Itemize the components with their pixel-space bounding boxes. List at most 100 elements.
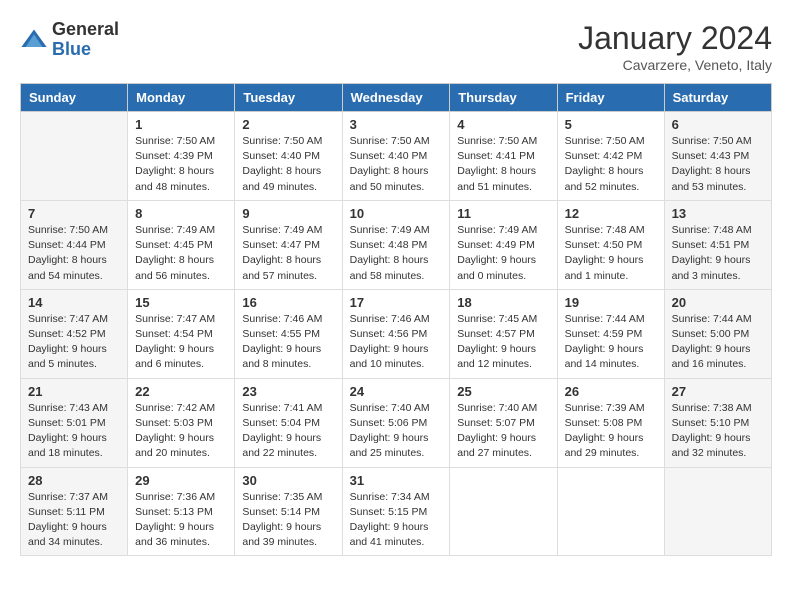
header-tuesday: Tuesday [235, 84, 342, 112]
day-number: 20 [672, 295, 764, 310]
day-info: Sunrise: 7:47 AMSunset: 4:54 PMDaylight:… [135, 312, 227, 373]
day-number: 24 [350, 384, 443, 399]
calendar-cell: 8 Sunrise: 7:49 AMSunset: 4:45 PMDaylight… [128, 200, 235, 289]
header-row: Sunday Monday Tuesday Wednesday Thursday… [21, 84, 772, 112]
day-number: 15 [135, 295, 227, 310]
calendar-week-row: 21Sunrise: 7:43 AMSunset: 5:01 PMDayligh… [21, 378, 772, 467]
calendar-cell: 27 Sunrise: 7:38 AMSunset: 5:10 PMDayligh… [664, 378, 771, 467]
day-info: Sunrise: 7:50 AMSunset: 4:41 PMDaylight:… [457, 134, 549, 195]
header-monday: Monday [128, 84, 235, 112]
day-info: Sunrise: 7:40 AMSunset: 5:06 PMDaylight:… [350, 401, 443, 462]
day-info: Sunrise: 7:39 AMSunset: 5:08 PMDaylight:… [565, 401, 657, 462]
header-sunday: Sunday [21, 84, 128, 112]
calendar-cell: 7 Sunrise: 7:50 AMSunset: 4:44 PMDaylight… [21, 200, 128, 289]
day-info: Sunrise: 7:36 AMSunset: 5:13 PMDaylight:… [135, 490, 227, 551]
day-info: Sunrise: 7:48 AMSunset: 4:51 PMDaylight:… [672, 223, 764, 284]
day-info: Sunrise: 7:42 AMSunset: 5:03 PMDaylight:… [135, 401, 227, 462]
day-number: 26 [565, 384, 657, 399]
day-number: 22 [135, 384, 227, 399]
calendar-cell: 13 Sunrise: 7:48 AMSunset: 4:51 PMDayligh… [664, 200, 771, 289]
day-number: 12 [565, 206, 657, 221]
calendar-cell: 15 Sunrise: 7:47 AMSunset: 4:54 PMDayligh… [128, 289, 235, 378]
header-friday: Friday [557, 84, 664, 112]
day-info: Sunrise: 7:50 AMSunset: 4:42 PMDaylight:… [565, 134, 657, 195]
day-number: 23 [242, 384, 334, 399]
day-number: 17 [350, 295, 443, 310]
calendar-cell: 20 Sunrise: 7:44 AMSunset: 5:00 PMDayligh… [664, 289, 771, 378]
day-info: Sunrise: 7:35 AMSunset: 5:14 PMDaylight:… [242, 490, 334, 551]
day-info: Sunrise: 7:49 AMSunset: 4:45 PMDaylight:… [135, 223, 227, 284]
day-info: Sunrise: 7:37 AMSunset: 5:11 PMDaylight:… [28, 490, 120, 551]
day-info: Sunrise: 7:48 AMSunset: 4:50 PMDaylight:… [565, 223, 657, 284]
calendar-cell: 29 Sunrise: 7:36 AMSunset: 5:13 PMDayligh… [128, 467, 235, 556]
day-number: 8 [135, 206, 227, 221]
title-area: January 2024 Cavarzere, Veneto, Italy [578, 20, 772, 73]
day-info: Sunrise: 7:50 AMSunset: 4:43 PMDaylight:… [672, 134, 764, 195]
header-thursday: Thursday [450, 84, 557, 112]
calendar-week-row: 7 Sunrise: 7:50 AMSunset: 4:44 PMDaylight… [21, 200, 772, 289]
calendar-cell: 9 Sunrise: 7:49 AMSunset: 4:47 PMDaylight… [235, 200, 342, 289]
calendar-cell: 10Sunrise: 7:49 AMSunset: 4:48 PMDayligh… [342, 200, 450, 289]
day-number: 3 [350, 117, 443, 132]
day-number: 2 [242, 117, 334, 132]
day-info: Sunrise: 7:46 AMSunset: 4:56 PMDaylight:… [350, 312, 443, 373]
day-info: Sunrise: 7:50 AMSunset: 4:40 PMDaylight:… [350, 134, 443, 195]
calendar-cell [664, 467, 771, 556]
page-header: General Blue January 2024 Cavarzere, Ven… [20, 20, 772, 73]
header-wednesday: Wednesday [342, 84, 450, 112]
day-info: Sunrise: 7:40 AMSunset: 5:07 PMDaylight:… [457, 401, 549, 462]
calendar-cell [450, 467, 557, 556]
day-number: 27 [672, 384, 764, 399]
day-info: Sunrise: 7:46 AMSunset: 4:55 PMDaylight:… [242, 312, 334, 373]
calendar-body: 1 Sunrise: 7:50 AMSunset: 4:39 PMDaylight… [21, 112, 772, 556]
day-number: 9 [242, 206, 334, 221]
day-info: Sunrise: 7:47 AMSunset: 4:52 PMDaylight:… [28, 312, 120, 373]
calendar-table: Sunday Monday Tuesday Wednesday Thursday… [20, 83, 772, 556]
day-number: 25 [457, 384, 549, 399]
calendar-cell: 5 Sunrise: 7:50 AMSunset: 4:42 PMDaylight… [557, 112, 664, 201]
header-saturday: Saturday [664, 84, 771, 112]
month-title: January 2024 [578, 20, 772, 57]
day-number: 13 [672, 206, 764, 221]
calendar-cell: 3 Sunrise: 7:50 AMSunset: 4:40 PMDaylight… [342, 112, 450, 201]
day-number: 18 [457, 295, 549, 310]
calendar-week-row: 28Sunrise: 7:37 AMSunset: 5:11 PMDayligh… [21, 467, 772, 556]
day-info: Sunrise: 7:50 AMSunset: 4:39 PMDaylight:… [135, 134, 227, 195]
calendar-cell: 25 Sunrise: 7:40 AMSunset: 5:07 PMDayligh… [450, 378, 557, 467]
day-number: 21 [28, 384, 120, 399]
day-info: Sunrise: 7:50 AMSunset: 4:44 PMDaylight:… [28, 223, 120, 284]
day-info: Sunrise: 7:49 AMSunset: 4:47 PMDaylight:… [242, 223, 334, 284]
calendar-cell: 14 Sunrise: 7:47 AMSunset: 4:52 PMDayligh… [21, 289, 128, 378]
day-info: Sunrise: 7:44 AMSunset: 5:00 PMDaylight:… [672, 312, 764, 373]
logo-icon [20, 26, 48, 54]
day-number: 4 [457, 117, 549, 132]
logo-general-text: General [52, 20, 119, 40]
day-info: Sunrise: 7:41 AMSunset: 5:04 PMDaylight:… [242, 401, 334, 462]
day-number: 16 [242, 295, 334, 310]
day-number: 11 [457, 206, 549, 221]
day-info: Sunrise: 7:45 AMSunset: 4:57 PMDaylight:… [457, 312, 549, 373]
calendar-cell: 12 Sunrise: 7:48 AMSunset: 4:50 PMDayligh… [557, 200, 664, 289]
logo-blue-text: Blue [52, 40, 119, 60]
calendar-cell: 1 Sunrise: 7:50 AMSunset: 4:39 PMDaylight… [128, 112, 235, 201]
day-info: Sunrise: 7:38 AMSunset: 5:10 PMDaylight:… [672, 401, 764, 462]
calendar-cell: 4 Sunrise: 7:50 AMSunset: 4:41 PMDaylight… [450, 112, 557, 201]
calendar-cell: 18 Sunrise: 7:45 AMSunset: 4:57 PMDayligh… [450, 289, 557, 378]
calendar-cell: 30 Sunrise: 7:35 AMSunset: 5:14 PMDayligh… [235, 467, 342, 556]
day-number: 7 [28, 206, 120, 221]
day-number: 1 [135, 117, 227, 132]
calendar-week-row: 14 Sunrise: 7:47 AMSunset: 4:52 PMDayligh… [21, 289, 772, 378]
day-number: 14 [28, 295, 120, 310]
calendar-cell: 19Sunrise: 7:44 AMSunset: 4:59 PMDayligh… [557, 289, 664, 378]
day-number: 5 [565, 117, 657, 132]
calendar-cell: 24 Sunrise: 7:40 AMSunset: 5:06 PMDayligh… [342, 378, 450, 467]
day-info: Sunrise: 7:34 AMSunset: 5:15 PMDaylight:… [350, 490, 443, 551]
calendar-cell [557, 467, 664, 556]
day-number: 30 [242, 473, 334, 488]
calendar-week-row: 1 Sunrise: 7:50 AMSunset: 4:39 PMDaylight… [21, 112, 772, 201]
calendar-cell: 6Sunrise: 7:50 AMSunset: 4:43 PMDaylight… [664, 112, 771, 201]
calendar-cell: 23 Sunrise: 7:41 AMSunset: 5:04 PMDayligh… [235, 378, 342, 467]
calendar-cell [21, 112, 128, 201]
day-number: 29 [135, 473, 227, 488]
calendar-header: Sunday Monday Tuesday Wednesday Thursday… [21, 84, 772, 112]
